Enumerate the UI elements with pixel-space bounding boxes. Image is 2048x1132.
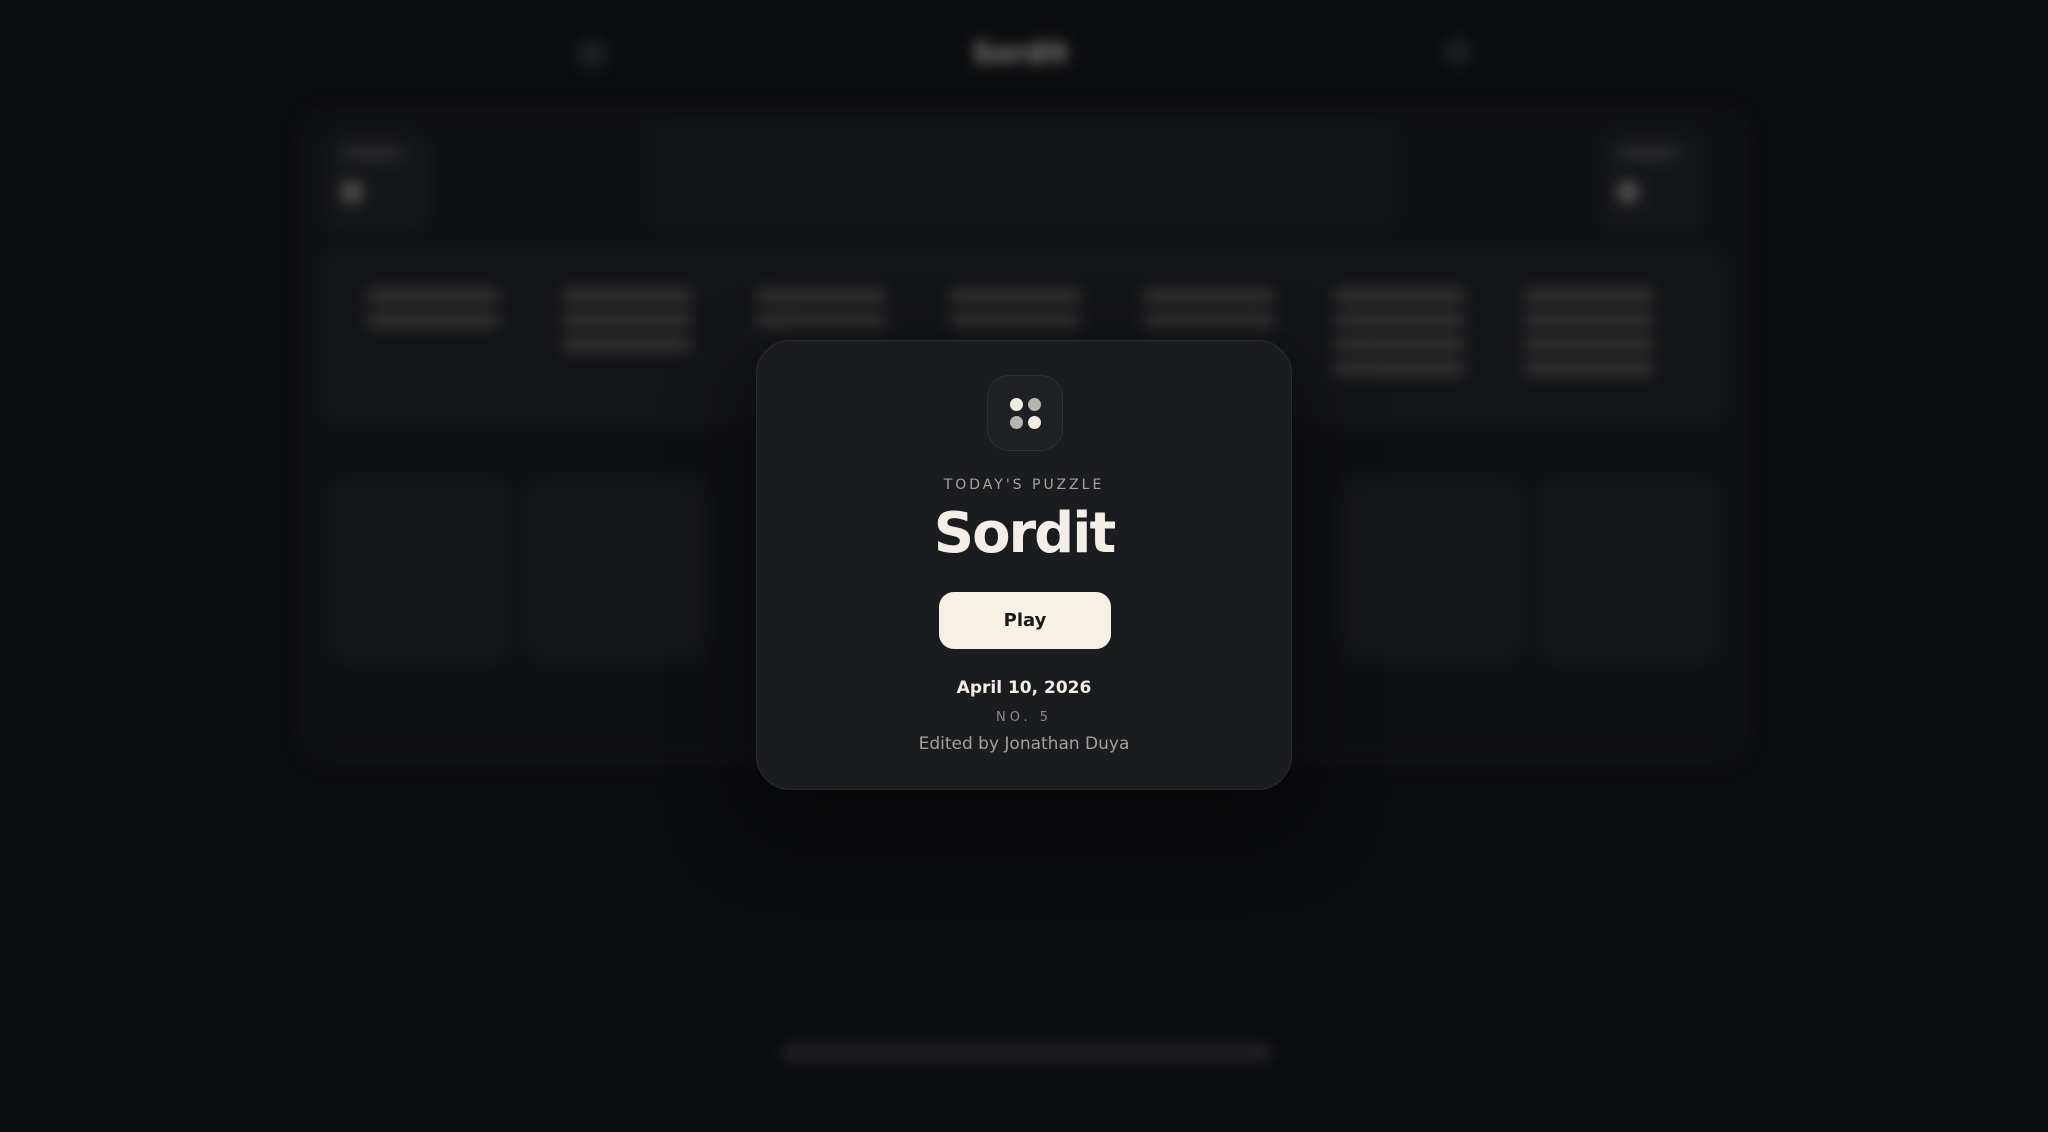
background-header: Sordit	[0, 0, 2048, 100]
puzzle-title: Sordit	[933, 501, 1116, 566]
background-clue	[1334, 290, 1464, 386]
background-clue	[1144, 290, 1274, 338]
puzzle-editor: Edited by Jonathan Duya	[918, 734, 1130, 754]
background-clue	[756, 290, 886, 338]
background-footer	[782, 1046, 1272, 1060]
puzzle-date: April 10, 2026	[956, 678, 1092, 698]
background-clue	[368, 290, 498, 338]
puzzle-number: NO. 5	[996, 710, 1052, 725]
background-word-strip	[648, 118, 1398, 230]
grid-dot	[1028, 416, 1041, 429]
background-tile	[1536, 478, 1720, 662]
game-screen: Sordit TODAY'S PUZZLE Sordit Play April …	[0, 0, 2048, 1132]
four-dots-grid-icon	[987, 375, 1063, 451]
background-clue	[562, 290, 692, 362]
menu-icon	[578, 40, 606, 68]
background-clue	[1524, 290, 1654, 386]
todays-puzzle-dialog: TODAY'S PUZZLE Sordit Play April 10, 202…	[756, 340, 1292, 790]
background-stat-card	[1600, 134, 1704, 230]
background-tile	[524, 478, 708, 662]
grid-dot	[1028, 398, 1041, 411]
background-clue	[950, 290, 1080, 338]
puzzle-eyebrow: TODAY'S PUZZLE	[943, 477, 1105, 493]
background-tile	[328, 478, 512, 662]
grid-dot	[1010, 398, 1023, 411]
help-icon	[1444, 38, 1472, 66]
background-title: Sordit	[972, 36, 1069, 69]
background-stat-card	[324, 134, 428, 230]
background-tile	[1340, 478, 1524, 662]
grid-dot	[1010, 416, 1023, 429]
play-button[interactable]: Play	[939, 592, 1111, 649]
